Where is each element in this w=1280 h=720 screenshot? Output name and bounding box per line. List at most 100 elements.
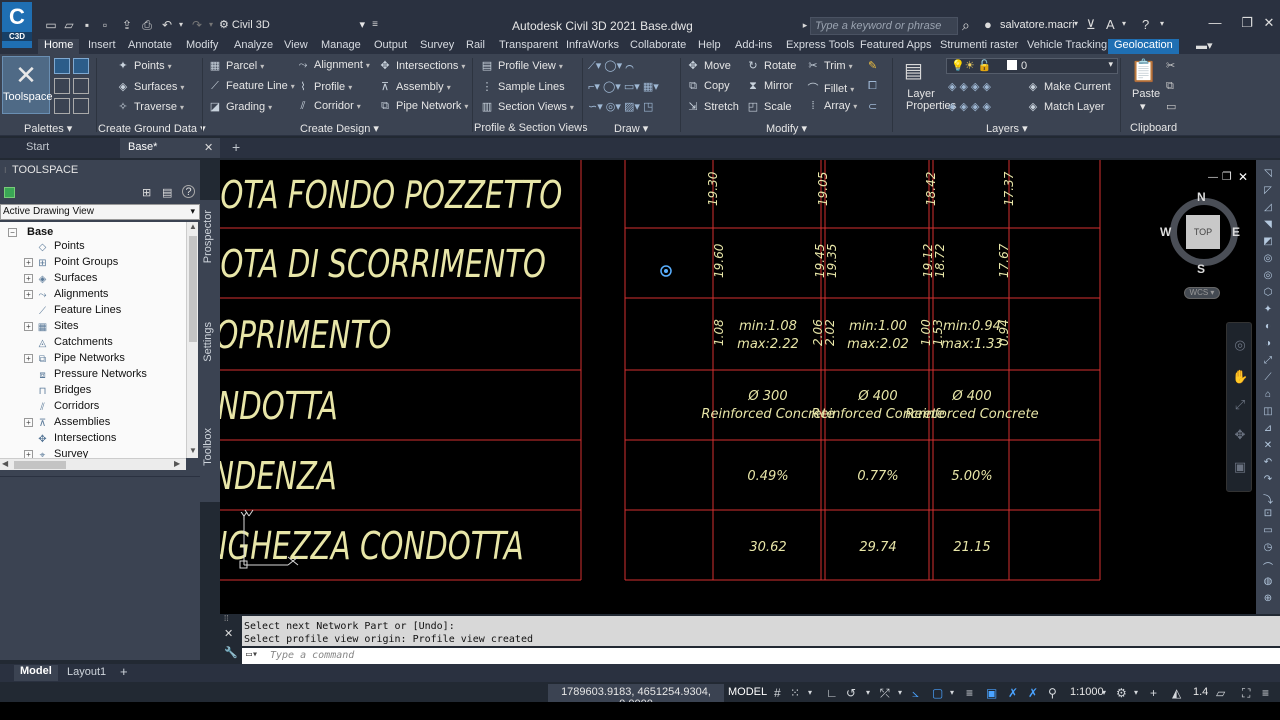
isodraft-dropdown-icon[interactable]: ▾ [898,688,902,697]
print-icon[interactable]: ⎙ [140,18,154,32]
copy-button[interactable]: ⧉ Copy [686,80,730,93]
side-tab-toolbox[interactable]: Toolbox [202,428,218,466]
settings-icon[interactable] [73,58,89,74]
scroll-down-icon[interactable]: ▼ [189,446,197,455]
grip-icon[interactable]: ⁞⁞ [224,614,228,623]
scroll-right-icon[interactable]: ▶ [174,459,180,468]
tab-modify[interactable]: Modify [186,39,218,51]
new-layout-icon[interactable]: + [120,664,128,679]
snap-dropdown-icon[interactable]: ▾ [808,688,812,697]
join-icon[interactable]: ⧠ [868,80,877,93]
orbit-icon[interactable]: ✥ [1232,427,1248,443]
side-tool-icon[interactable]: ⊿ [1261,423,1275,434]
tab-manage[interactable]: Manage [321,39,361,51]
expand-icon[interactable]: + [24,290,33,299]
tree-item[interactable]: + ⊼ Assemblies [24,416,110,432]
side-tool-icon[interactable]: ⟋ [1261,372,1275,383]
annotation-visibility-icon[interactable]: ✗ [1008,686,1018,700]
tab-infraworks[interactable]: InfraWorks [566,39,619,51]
save-as-icon[interactable]: ▫ [98,18,112,32]
side-tool-icon[interactable]: ◍ [1261,576,1275,587]
isodraft-icon[interactable]: ⤱ [880,686,890,701]
workspace-selector[interactable]: ⚙ Civil 3D ▾ [219,18,369,34]
tree-item[interactable]: ⧈ Pressure Networks [24,368,147,384]
new-tab-icon[interactable]: + [232,139,240,155]
offset-icon[interactable]: ⊂ [868,100,877,113]
line-icon[interactable]: ⟋▾ ◯▾ ⌒ [588,59,634,73]
polyline-icon[interactable]: ⌐▾ ◯▾ ▭▾ ▦▾ [588,80,659,93]
side-tool-icon[interactable]: ⌂ [1261,389,1275,400]
panel-modify[interactable]: Modify ▾ [766,122,807,135]
annotation-scale-value[interactable]: 1:1000 [1070,686,1104,698]
layer-properties-button[interactable]: Layer Properties [906,88,956,112]
close-icon[interactable]: ✕ [224,627,233,640]
item-view-icon[interactable]: ▤ [162,186,172,199]
compass-east[interactable]: E [1232,225,1240,239]
scrollbar-thumb[interactable] [14,461,66,469]
tab-survey[interactable]: Survey [420,39,454,51]
cut-icon[interactable]: ✂ [1166,59,1175,72]
tree-toggle-icon[interactable]: ⊞ [142,186,151,199]
copy-clip-icon[interactable]: ⧉ [1166,80,1174,93]
profile-view-button[interactable]: ▤ Profile View ▾ [480,59,563,72]
side-tool-icon[interactable]: ◿ [1261,202,1275,213]
side-tab-settings[interactable]: Settings [202,322,218,362]
undo-icon[interactable]: ↶ [160,18,174,32]
grid-icon[interactable]: # [774,686,781,700]
parcel-button[interactable]: ▦ Parcel ▾ [208,59,264,72]
mirror-button[interactable]: ⧗ Mirror [746,80,793,93]
side-tool-icon[interactable]: ◹ [1261,168,1275,179]
tree-item[interactable]: ⫽ Corridors [24,400,99,416]
side-tool-icon[interactable]: ◫ [1261,406,1275,417]
object-snap-tracking-icon[interactable]: ⦣ [912,686,919,701]
prospector-icon[interactable] [54,58,70,74]
layer-tools-2-icon[interactable]: ◈ ◈ ◈ ◈ [948,100,991,113]
close-icon[interactable]: ✕ [1258,15,1280,31]
profile-button[interactable]: ⌇ Profile ▾ [296,80,352,93]
side-tool-icon[interactable]: ⊡ [1261,508,1275,519]
profile-view-table[interactable]: QUOTA FONDO POZZETTO QUOTA DI SCORRIMENTO… [220,160,1256,614]
map-icon[interactable] [73,78,89,94]
tab-annotate[interactable]: Annotate [128,39,172,51]
tab-output[interactable]: Output [374,39,407,51]
ribbon-minimize-icon[interactable]: ▬▾ [1196,39,1213,52]
surfaces-button[interactable]: ◈ Surfaces ▾ [116,80,185,93]
side-tool-icon[interactable]: ⌒ [1261,559,1275,574]
search-icon[interactable]: ⌕ [962,17,970,34]
expand-icon[interactable]: + [24,258,33,267]
auto-scale-icon[interactable]: ✗ [1028,686,1038,700]
redo-icon[interactable]: ↷ [190,18,204,32]
command-input[interactable]: ▭▾ Type a command [242,648,1280,664]
section-views-button[interactable]: ▥ Section Views ▾ [480,100,574,113]
side-tool-icon[interactable]: ◎ [1261,270,1275,281]
expand-icon[interactable]: + [24,274,33,283]
help-icon[interactable]: ? [182,185,195,198]
expand-icon[interactable]: + [24,450,33,458]
side-tool-icon[interactable]: ⬡ [1261,287,1275,298]
tab-home[interactable]: Home [38,39,80,55]
close-icon[interactable]: ✕ [204,141,213,154]
tab-strumenti-raster[interactable]: Strumenti raster [940,39,1018,51]
ortho-icon[interactable]: ∟ [826,686,838,700]
panel-icon[interactable] [73,98,89,114]
side-tool-icon[interactable]: ▭ [1261,525,1275,536]
trim-button[interactable]: ✂ Trim ▾ [806,59,852,72]
side-tool-icon[interactable]: ◸ [1261,185,1275,196]
expand-icon[interactable]: + [24,322,33,331]
tree-item[interactable]: + ◈ Surfaces [24,272,97,288]
tab-view[interactable]: View [284,39,308,51]
pan-icon[interactable]: ✋ [1232,369,1248,385]
intersections-button[interactable]: ✥ Intersections ▾ [378,59,465,72]
drawing-canvas[interactable]: QUOTA FONDO POZZETTO QUOTA DI SCORRIMENTO… [220,160,1256,614]
tree-item[interactable]: + ⤳ Alignments [24,288,108,304]
pencil-icon[interactable]: ✎ [868,59,877,72]
save-icon[interactable]: ▪ [80,18,94,32]
undo-dropdown-icon[interactable]: ▾ [174,18,188,32]
assembly-button[interactable]: ⊼ Assembly ▾ [378,80,451,93]
tree-item[interactable]: + ⌖ Survey [24,448,88,458]
panel-create-ground-data[interactable]: Create Ground Data ▾ [98,122,206,135]
side-tab-prospector[interactable]: Prospector [202,210,218,263]
feature-line-button[interactable]: ⟋ Feature Line ▾ [208,80,295,93]
tab-rail[interactable]: Rail [466,39,485,51]
make-current-button[interactable]: ◈ Make Current [1026,80,1111,93]
